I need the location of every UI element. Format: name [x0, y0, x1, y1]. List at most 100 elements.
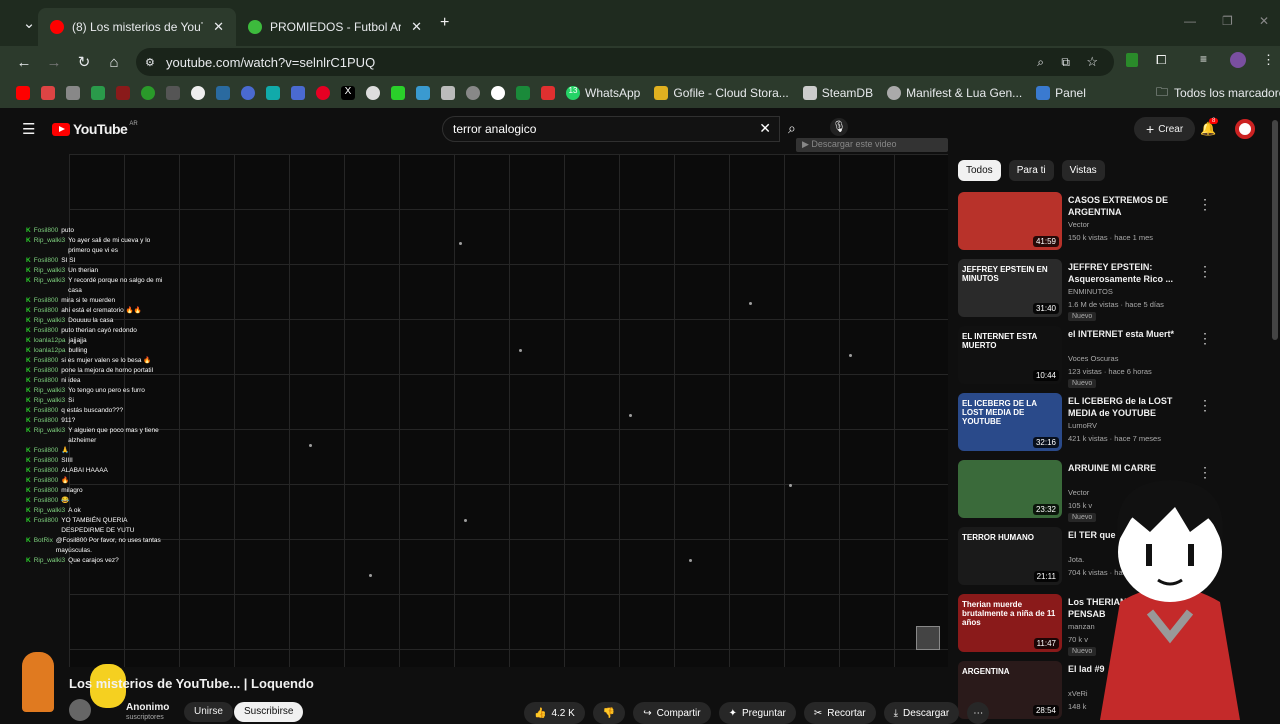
- join-button[interactable]: Unirse: [184, 702, 233, 722]
- bookmark-icon[interactable]: [266, 86, 280, 100]
- close-tab-icon[interactable]: ✕: [203, 19, 224, 35]
- clip-button[interactable]: ✂ Recortar: [803, 702, 876, 724]
- subscribe-button[interactable]: Suscribirse: [234, 702, 304, 722]
- recommended-channel[interactable]: Voces Oscuras: [1068, 354, 1118, 363]
- video-thumbnail[interactable]: 41:59: [958, 192, 1062, 250]
- filter-chip-all[interactable]: Todos: [958, 160, 1001, 181]
- extensions-icon[interactable]: ⧠: [1156, 52, 1166, 68]
- excel-bookmark-icon[interactable]: [516, 86, 530, 100]
- bookmark-icon[interactable]: [66, 86, 80, 100]
- sheets-bookmark-icon[interactable]: [91, 86, 105, 100]
- account-avatar[interactable]: [1235, 119, 1255, 139]
- youtube-bookmark-icon[interactable]: [16, 86, 30, 100]
- filter-chip-watched[interactable]: Vistas: [1061, 160, 1105, 181]
- close-window-icon[interactable]: ✕: [1259, 14, 1269, 28]
- bookmark-icon[interactable]: [141, 86, 155, 100]
- more-options-icon[interactable]: ⋮: [1198, 196, 1212, 213]
- download-video-overlay[interactable]: ▶ Descargar este video: [796, 138, 948, 152]
- close-tab-icon[interactable]: ✕: [401, 19, 422, 35]
- create-button[interactable]: + Crear: [1134, 117, 1196, 141]
- profile-avatar[interactable]: [1230, 52, 1246, 68]
- download-button[interactable]: ⤓ Descargar: [883, 702, 960, 724]
- tab-promiedos[interactable]: PROMIEDOS - Futbol Argentino ✕: [236, 8, 434, 46]
- bookmark-gofile[interactable]: Gofile - Cloud Stora...: [648, 86, 789, 100]
- like-button[interactable]: 👍 4.2 K: [524, 702, 585, 724]
- media-icon[interactable]: ≡: [1200, 52, 1207, 66]
- x-bookmark-icon[interactable]: X: [341, 86, 355, 100]
- more-options-icon[interactable]: ⋮: [1198, 263, 1212, 280]
- bookmark-whatsapp[interactable]: 13 WhatsApp: [560, 86, 640, 100]
- search-icon[interactable]: ⌕: [788, 120, 796, 137]
- back-icon[interactable]: ←: [9, 54, 39, 71]
- more-options-icon[interactable]: ⋮: [1198, 330, 1212, 347]
- hamburger-menu-icon[interactable]: ☰: [22, 120, 35, 138]
- bookmark-icon[interactable]: [216, 86, 230, 100]
- bookmark-icon[interactable]: [441, 86, 455, 100]
- url-field[interactable]: ⚙ youtube.com/watch?v=selnlrC1PUQ ☆ ⧉ ⌕: [136, 48, 1114, 76]
- bookmark-icon[interactable]: [166, 86, 180, 100]
- recommended-title[interactable]: el INTERNET esta Muert*: [1068, 328, 1188, 340]
- video-thumbnail[interactable]: TERROR HUMANO 21:11: [958, 527, 1062, 585]
- recommended-channel[interactable]: Jota.: [1068, 555, 1084, 564]
- dislike-button[interactable]: 👎: [592, 702, 626, 724]
- new-tab-icon[interactable]: +: [440, 14, 449, 32]
- ask-button[interactable]: ✦ Preguntar: [718, 702, 796, 724]
- microphone-icon[interactable]: 🎙: [830, 118, 848, 136]
- bookmark-icon[interactable]: [466, 86, 480, 100]
- bookmark-panel[interactable]: Panel: [1030, 86, 1086, 100]
- bookmark-icon[interactable]: [541, 86, 555, 100]
- more-options-icon[interactable]: ⋮: [1198, 397, 1212, 414]
- bookmark-icon[interactable]: [241, 86, 255, 100]
- recommended-channel[interactable]: xVeRi: [1068, 689, 1088, 698]
- bookmark-star-icon[interactable]: ☆: [1086, 54, 1098, 70]
- channel-name[interactable]: Anonimo: [126, 702, 169, 713]
- download-extension-icon[interactable]: [1126, 53, 1138, 67]
- recommended-title[interactable]: CASOS EXTREMOS DE ARGENTINA: [1068, 194, 1188, 218]
- video-thumbnail[interactable]: Therian muerde brutalmente a niña de 11 …: [958, 594, 1062, 652]
- recommended-title[interactable]: JEFFREY EPSTEIN: Asquerosamente Rico ...: [1068, 261, 1188, 285]
- recommended-video[interactable]: EL INTERNET ESTA MUERTO 10:44 el INTERNET …: [958, 326, 1258, 388]
- recommended-channel[interactable]: Vector: [1068, 220, 1089, 229]
- site-info-icon[interactable]: ⚙: [145, 56, 155, 69]
- search-input[interactable]: terror analogico ✕: [442, 116, 780, 142]
- reload-icon[interactable]: ↻: [69, 53, 99, 71]
- kick-bookmark-icon[interactable]: [391, 86, 405, 100]
- recommended-video[interactable]: 41:59 CASOS EXTREMOS DE ARGENTINA Vector 15…: [958, 192, 1258, 254]
- all-bookmarks[interactable]: 🗀 Todos los marcadores: [1156, 83, 1280, 104]
- pinterest-bookmark-icon[interactable]: [316, 86, 330, 100]
- video-thumbnail[interactable]: EL ICEBERG DE LA LOST MEDIA DE YOUTUBE 32…: [958, 393, 1062, 451]
- more-actions-icon[interactable]: ⋯: [967, 702, 990, 724]
- tab-youtube[interactable]: (8) Los misterios de YouTube... | ✕: [38, 8, 236, 46]
- video-thumbnail[interactable]: JEFFREY EPSTEIN EN MINUTOS 31:40: [958, 259, 1062, 317]
- menu-icon[interactable]: ⋮: [1262, 52, 1275, 68]
- recommended-title[interactable]: EL ICEBERG de la LOST MEDIA de YOUTUBE: [1068, 395, 1188, 419]
- bookmark-icon[interactable]: [191, 86, 205, 100]
- end-card-thumbnail[interactable]: [916, 626, 940, 650]
- video-thumbnail[interactable]: EL INTERNET ESTA MUERTO 10:44: [958, 326, 1062, 384]
- channel-avatar[interactable]: [69, 699, 91, 721]
- video-player[interactable]: [69, 154, 948, 667]
- recommended-channel[interactable]: ENMINUTOS: [1068, 287, 1113, 296]
- bookmark-icon[interactable]: [291, 86, 305, 100]
- bookmark-icon[interactable]: [416, 86, 430, 100]
- share-button[interactable]: ↪ Compartir: [633, 702, 711, 724]
- recommended-channel[interactable]: Vector: [1068, 488, 1089, 497]
- bookmark-icon[interactable]: [366, 86, 380, 100]
- page-scrollbar[interactable]: [1272, 120, 1278, 340]
- recommended-video[interactable]: JEFFREY EPSTEIN EN MINUTOS 31:40 JEFFREY E…: [958, 259, 1258, 321]
- bookmark-manifest[interactable]: Manifest & Lua Gen...: [881, 86, 1022, 100]
- gmail-bookmark-icon[interactable]: [41, 86, 55, 100]
- recommended-video[interactable]: EL ICEBERG DE LA LOST MEDIA DE YOUTUBE 32…: [958, 393, 1258, 455]
- install-icon[interactable]: ⧉: [1061, 55, 1070, 70]
- recommended-channel[interactable]: LumoRV: [1068, 421, 1097, 430]
- filter-chip-for-you[interactable]: Para ti: [1008, 160, 1054, 181]
- forward-icon[interactable]: →: [39, 54, 69, 71]
- bookmark-steamdb[interactable]: SteamDB: [797, 86, 873, 100]
- clear-search-icon[interactable]: ✕: [759, 120, 771, 137]
- video-thumbnail[interactable]: 23:32: [958, 460, 1062, 518]
- youtube-logo[interactable]: YouTube AR: [52, 121, 138, 137]
- home-icon[interactable]: ⌂: [99, 54, 129, 71]
- bookmark-icon[interactable]: [116, 86, 130, 100]
- bookmark-icon[interactable]: [491, 86, 505, 100]
- maximize-icon[interactable]: ❐: [1222, 14, 1233, 28]
